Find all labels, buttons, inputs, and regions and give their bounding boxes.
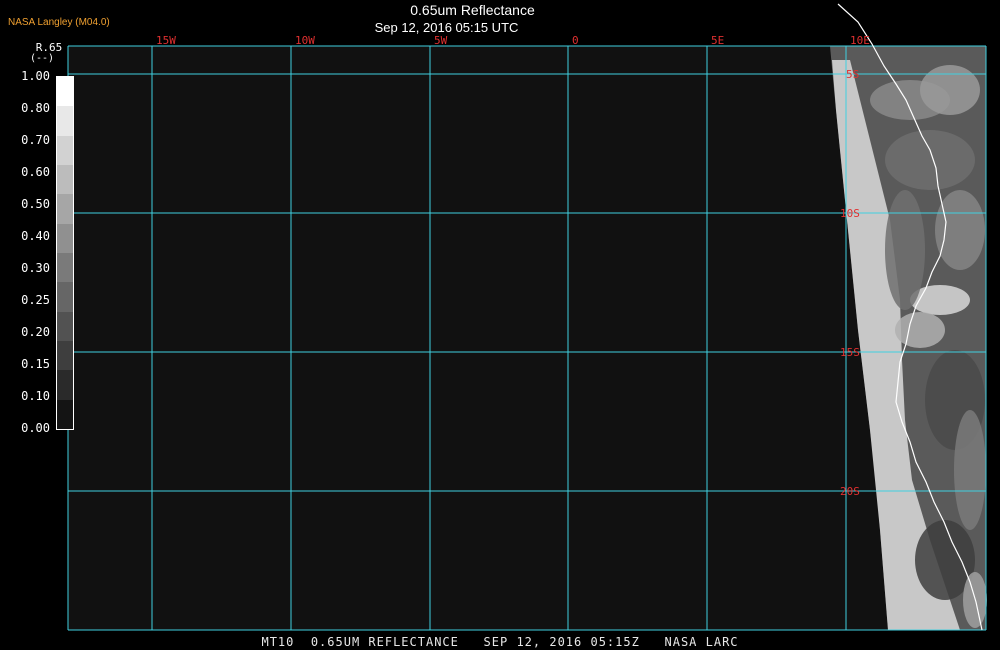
colorbar-tick-label: 1.00 xyxy=(21,69,50,83)
colorbar-swatch xyxy=(57,311,73,342)
colorbar-tick-label: 0.50 xyxy=(21,197,50,211)
colorbar-swatch xyxy=(57,399,73,430)
latitude-label: 15S xyxy=(840,346,860,359)
satellite-map[interactable]: 15W 10W 5W 0 5E 10E 5S 10S 15S 20S xyxy=(0,0,1000,650)
colorbar-swatch xyxy=(57,194,73,225)
colorbar-tick-label: 0.70 xyxy=(21,133,50,147)
footer-caption: MT10 0.65UM REFLECTANCE SEP 12, 2016 05:… xyxy=(261,635,739,649)
colorbar-tick-label: 0.30 xyxy=(21,261,50,275)
longitude-label: 10W xyxy=(295,34,315,47)
longitude-labels: 15W 10W 5W 0 5E 10E xyxy=(156,34,870,47)
colorbar-swatch xyxy=(57,282,73,313)
latitude-label: 20S xyxy=(840,485,860,498)
latitude-label: 10S xyxy=(840,207,860,220)
colorbar-tick-label: 0.00 xyxy=(21,421,50,435)
colorbar-tick-label: 0.20 xyxy=(21,325,50,339)
longitude-label: 15W xyxy=(156,34,176,47)
longitude-label: 5W xyxy=(434,34,448,47)
image-title: 0.65um Reflectance xyxy=(410,2,535,18)
image-timestamp: Sep 12, 2016 05:15 UTC xyxy=(374,20,519,35)
colorbar-tick-label: 0.10 xyxy=(21,389,50,403)
colorbar-swatch xyxy=(57,341,73,371)
cloud-feature xyxy=(895,312,945,348)
colorbar-swatch xyxy=(57,223,73,254)
cloud-feature xyxy=(954,410,986,530)
latitude-label: 5S xyxy=(846,68,859,81)
colorbar-tick-label: 0.15 xyxy=(21,357,50,371)
colorbar-swatch xyxy=(57,165,73,195)
colorbar-swatch xyxy=(57,135,73,166)
longitude-label: 10E xyxy=(850,34,870,47)
colorbar-swatch xyxy=(57,77,73,107)
colorbar-tick-label: 0.25 xyxy=(21,293,50,307)
longitude-label: 5E xyxy=(711,34,724,47)
colorbar-swatch xyxy=(57,253,73,283)
colorbar-swatch xyxy=(57,106,73,137)
colorbar-tick-label: 0.40 xyxy=(21,229,50,243)
cloud-feature xyxy=(885,190,925,310)
colorbar-swatch xyxy=(57,370,73,401)
longitude-label: 0 xyxy=(572,34,579,47)
cloud-feature xyxy=(935,190,985,270)
colorbar-scale xyxy=(56,76,74,430)
colorbar-title: R.65 xyxy=(35,41,63,54)
colorbar-tick-label: 0.60 xyxy=(21,165,50,179)
cloud-feature xyxy=(885,130,975,190)
cloud-feature xyxy=(920,65,980,115)
colorbar-tick-label: 0.80 xyxy=(21,101,50,115)
colorbar-unit: (--) xyxy=(30,53,55,64)
